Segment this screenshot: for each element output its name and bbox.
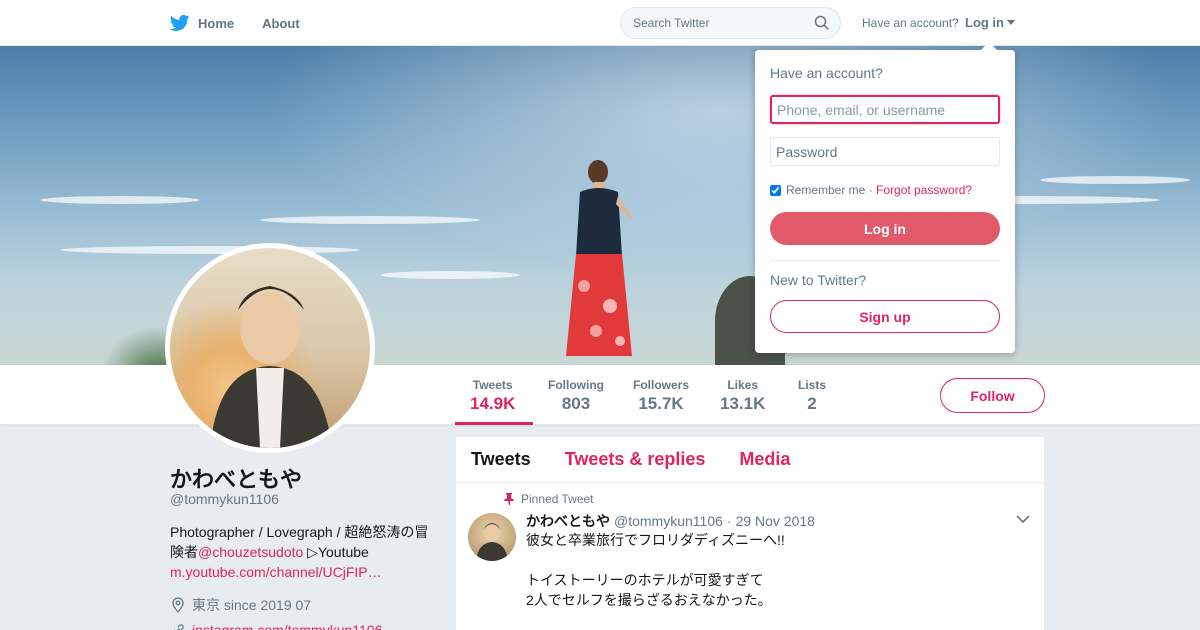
timeline: Tweets Tweets & replies Media Pinned Twe… — [456, 437, 1044, 630]
tweet-author-name[interactable]: かわべともや — [526, 511, 610, 531]
tab-tweets-replies[interactable]: Tweets & replies — [565, 449, 706, 470]
have-account-text: Have an account? — [862, 16, 959, 30]
tweet-avatar-photo — [476, 523, 508, 561]
stat-label: Lists — [798, 378, 827, 392]
stat-lists[interactable]: Lists 2 — [798, 378, 826, 414]
stat-label: Tweets — [472, 378, 513, 392]
profile-avatar[interactable] — [165, 243, 375, 453]
profile-website[interactable]: instagram.com/tommykun1106 — [170, 622, 382, 630]
dropdown-title: Have an account? — [770, 65, 883, 81]
login-link-label: Log in — [965, 15, 1004, 30]
remember-me-checkbox[interactable] — [770, 184, 781, 196]
stat-likes[interactable]: Likes 13.1K — [720, 378, 765, 414]
tweet-text: 彼女と卒業旅行でフロリダディズニーへ!! トイストーリーのホテルが可愛すぎて 2… — [526, 532, 785, 608]
profile-location: 東京 since 2019 07 — [170, 595, 311, 615]
nav-home[interactable]: Home — [170, 13, 234, 33]
pinned-text: Pinned Tweet — [521, 492, 594, 506]
login-dropdown: Have an account? Remember me · Forgot pa… — [755, 42, 1015, 353]
dropdown-divider — [770, 260, 1000, 261]
tweet-author-handle[interactable]: @tommykun1106 — [614, 513, 723, 529]
search-box — [620, 7, 841, 39]
profile-name[interactable]: かわべともや — [170, 462, 302, 494]
tab-tweets[interactable]: Tweets — [471, 449, 531, 470]
stat-value: 15.7K — [638, 394, 684, 413]
username-field[interactable] — [770, 95, 1000, 124]
stat-label: Likes — [727, 378, 759, 392]
nav-about-label: About — [262, 15, 300, 31]
stat-tweets[interactable]: Tweets 14.9K — [470, 378, 515, 414]
bio-mention-link[interactable]: @chouzetsudoto — [198, 544, 303, 560]
stat-value: 2 — [807, 394, 817, 413]
website-link[interactable]: instagram.com/tommykun1106 — [192, 622, 382, 630]
stat-value: 803 — [561, 394, 591, 413]
active-stat-underline — [455, 422, 533, 425]
profile-handle: @tommykun1106 — [170, 491, 279, 507]
tweet-separator: · — [726, 513, 732, 529]
tweet-avatar[interactable] — [468, 513, 516, 561]
nav-left: Home About — [170, 0, 328, 46]
remember-label: Remember me — [786, 183, 866, 197]
stat-value: 14.9K — [470, 394, 516, 413]
chevron-down-icon[interactable] — [1016, 514, 1030, 524]
login-button[interactable]: Log in — [770, 212, 1000, 245]
search-input[interactable] — [621, 8, 801, 38]
tab-media[interactable]: Media — [739, 449, 790, 470]
profile-bio: Photographer / Lovegraph / 超絶怒涛の冒険者@chou… — [170, 522, 440, 582]
stat-followers[interactable]: Followers 15.7K — [633, 378, 689, 414]
stat-label: Following — [548, 378, 604, 392]
separator-dot: · — [865, 183, 877, 197]
caret-down-icon — [1007, 20, 1015, 25]
remember-me: Remember me · Forgot password? — [770, 183, 972, 197]
stat-label: Followers — [633, 378, 690, 392]
bio-youtube-link[interactable]: m.youtube.com/channel/UCjFIP… — [170, 564, 382, 580]
stat-following[interactable]: Following 803 — [548, 378, 604, 414]
timeline-tabs: Tweets Tweets & replies Media — [456, 437, 1044, 483]
search-icon[interactable] — [814, 15, 830, 31]
avatar-photo — [210, 286, 332, 448]
new-to-twitter-text: New to Twitter? — [770, 272, 867, 288]
tweet-header: かわべともや @tommykun1106 · 29 Nov 2018 — [526, 511, 815, 531]
twitter-bird-icon — [170, 14, 190, 31]
nav-about[interactable]: About — [262, 16, 300, 31]
stat-value: 13.1K — [720, 394, 766, 413]
signup-button[interactable]: Sign up — [770, 300, 1000, 333]
top-navigation-bar: Home About Have an account? Log in — [0, 0, 1200, 46]
password-field[interactable] — [770, 137, 1000, 166]
woman-figure — [566, 160, 632, 356]
link-icon — [174, 624, 184, 630]
nav-home-label: Home — [198, 15, 235, 31]
location-icon — [172, 597, 184, 613]
pin-icon — [504, 493, 514, 505]
location-text: 東京 since 2019 07 — [192, 597, 312, 613]
follow-button[interactable]: Follow — [940, 378, 1045, 413]
forgot-password-link[interactable]: Forgot password? — [876, 183, 972, 197]
tweet-date[interactable]: 29 Nov 2018 — [736, 513, 815, 529]
login-dropdown-toggle[interactable]: Log in — [965, 15, 1015, 30]
bio-text: ▷Youtube — [303, 544, 369, 560]
pinned-tweet-label: Pinned Tweet — [504, 492, 594, 506]
